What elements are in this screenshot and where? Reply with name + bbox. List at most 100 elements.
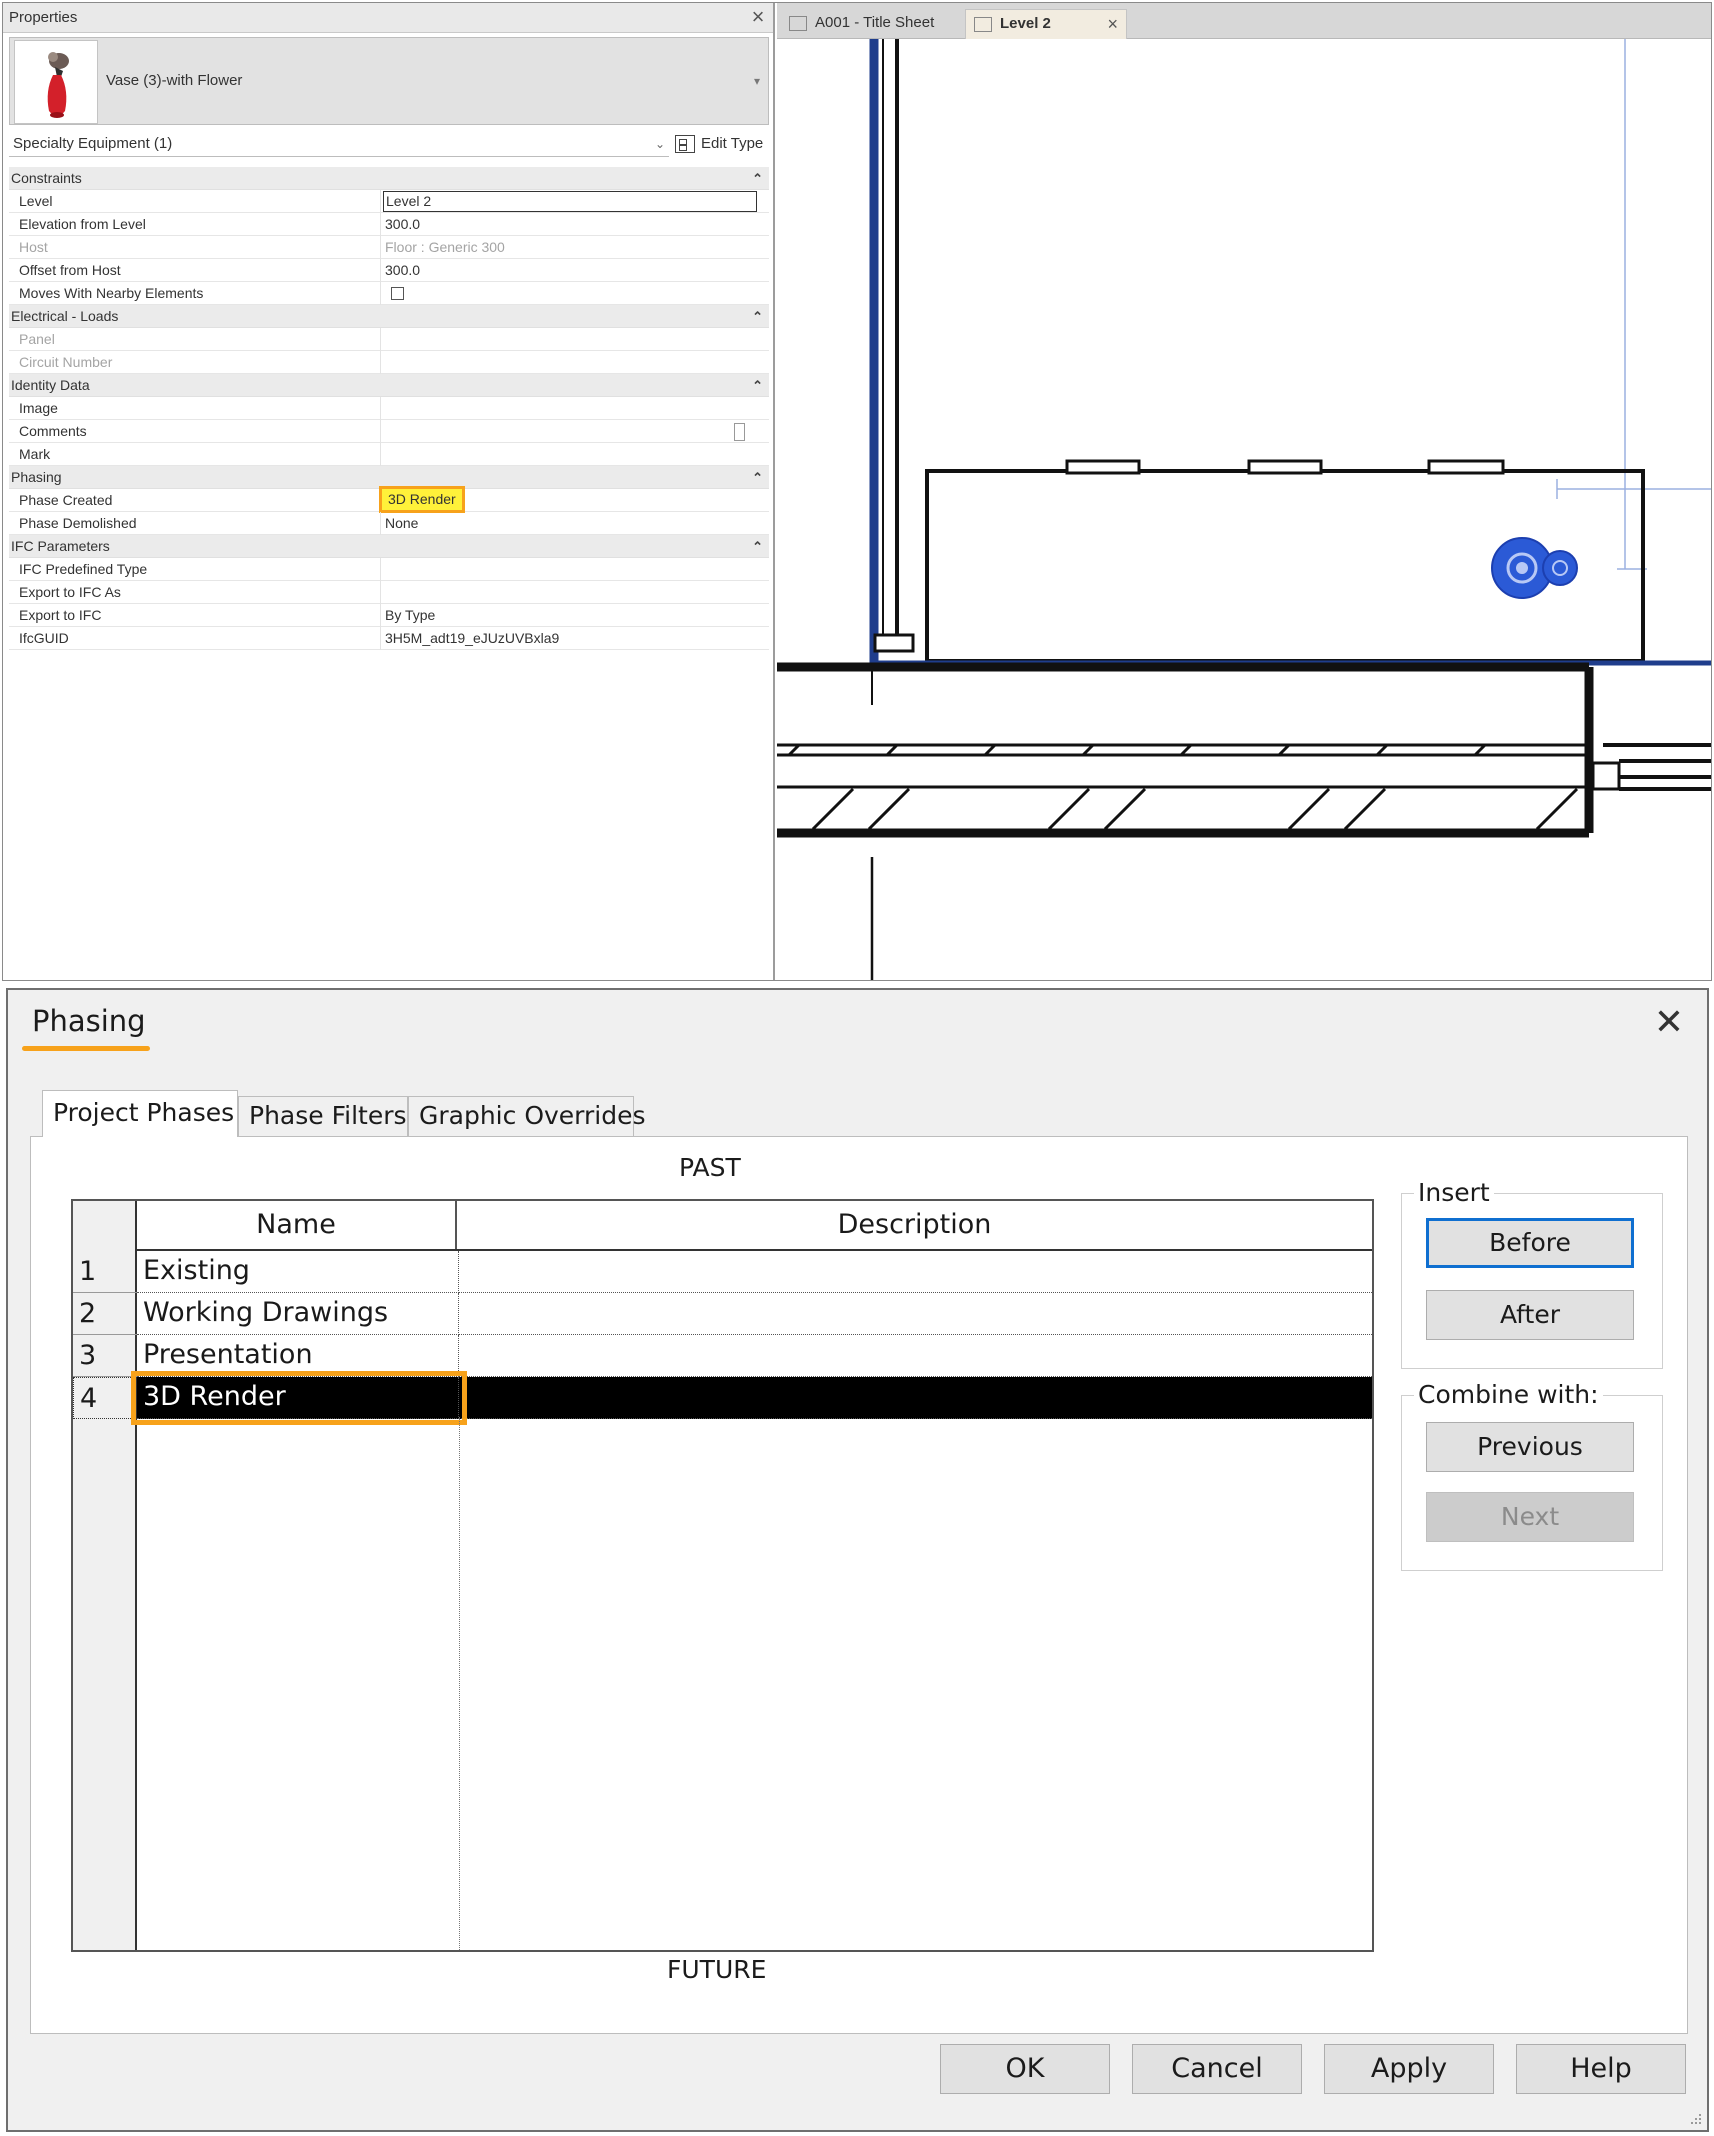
prop-value[interactable]: 3H5M_adt19_eJUzUVBxla9: [383, 627, 757, 650]
prop-row-ifc-predefined[interactable]: IFC Predefined Type: [9, 558, 769, 581]
ok-label: OK: [1005, 2053, 1045, 2084]
help-button[interactable]: Help: [1516, 2044, 1686, 2094]
column-header-name: Name: [137, 1201, 457, 1249]
category-electrical[interactable]: Electrical - Loads ⌃: [9, 305, 769, 328]
tab-phase-filters[interactable]: Phase Filters: [238, 1096, 408, 1136]
prop-row-host: Host Floor : Generic 300: [9, 236, 769, 259]
combine-previous-button[interactable]: Previous: [1426, 1422, 1634, 1472]
apply-label: Apply: [1370, 2053, 1448, 2084]
prop-name: Circuit Number: [19, 351, 381, 374]
category-identity[interactable]: Identity Data ⌃: [9, 374, 769, 397]
tab-label: A001 - Title Sheet: [815, 14, 935, 31]
prop-value[interactable]: [383, 420, 757, 443]
prop-row-mark[interactable]: Mark: [9, 443, 769, 466]
help-label: Help: [1570, 2053, 1632, 2084]
properties-palette: Properties × Vase (3)-with Flower ▾ Spec…: [3, 3, 775, 980]
instance-filter-dropdown[interactable]: Specialty Equipment (1) ⌄: [9, 131, 669, 157]
close-icon[interactable]: ✕: [1649, 1004, 1689, 1044]
phase-name-cell[interactable]: Working Drawings: [137, 1293, 459, 1335]
prop-value[interactable]: [383, 558, 757, 581]
project-phases-panel: PAST Name Description 1 Existing 2 Worki…: [30, 1136, 1688, 2034]
tab-graphic-overrides[interactable]: Graphic Overrides: [408, 1096, 646, 1136]
phase-description-cell[interactable]: [459, 1293, 1372, 1335]
phase-created-value[interactable]: 3D Render: [379, 486, 465, 513]
category-label: Constraints: [11, 170, 82, 186]
table-row[interactable]: 2 Working Drawings: [73, 1293, 1372, 1335]
prop-row-ifcguid[interactable]: IfcGUID 3H5M_adt19_eJUzUVBxla9: [9, 627, 769, 650]
chevron-down-icon[interactable]: ▾: [754, 38, 760, 124]
phase-name-cell[interactable]: 3D Render: [137, 1377, 459, 1419]
prop-name: Level: [19, 190, 381, 213]
close-icon[interactable]: ×: [1107, 10, 1118, 38]
type-selector[interactable]: Vase (3)-with Flower ▾: [9, 37, 769, 125]
tab-project-phases[interactable]: Project Phases: [42, 1090, 238, 1137]
phasing-dialog: Phasing ✕ Project Phases Phase Filters G…: [6, 988, 1709, 2132]
category-constraints[interactable]: Constraints ⌃: [9, 167, 769, 190]
prop-value: [383, 282, 757, 305]
row-number[interactable]: 2: [73, 1293, 137, 1335]
row-number[interactable]: 1: [73, 1251, 137, 1293]
tab-title-sheet[interactable]: A001 - Title Sheet: [781, 9, 963, 39]
collapse-icon[interactable]: ⌃: [752, 167, 763, 190]
prop-row-elevation[interactable]: Elevation from Level 300.0: [9, 213, 769, 236]
view-tabs: A001 - Title Sheet Level 2 ×: [777, 3, 1711, 39]
browse-button[interactable]: [734, 423, 745, 441]
edit-type-button[interactable]: Edit Type: [675, 131, 763, 157]
prop-row-image[interactable]: Image: [9, 397, 769, 420]
table-row[interactable]: 1 Existing: [73, 1251, 1372, 1293]
properties-header: Properties ×: [3, 3, 773, 33]
cancel-button[interactable]: Cancel: [1132, 2044, 1302, 2094]
row-number[interactable]: 3: [73, 1335, 137, 1377]
table-row[interactable]: 3 Presentation: [73, 1335, 1372, 1377]
insert-before-button[interactable]: Before: [1426, 1218, 1634, 1268]
prop-row-moves[interactable]: Moves With Nearby Elements: [9, 282, 769, 305]
prop-row-phase-demolished[interactable]: Phase Demolished None: [9, 512, 769, 535]
ok-button[interactable]: OK: [940, 2044, 1110, 2094]
past-label: PAST: [679, 1153, 741, 1182]
table-row-selected[interactable]: 4 3D Render: [73, 1371, 1372, 1425]
prop-row-level[interactable]: Level Level 2: [9, 190, 769, 213]
moves-checkbox[interactable]: [391, 287, 404, 300]
apply-button[interactable]: Apply: [1324, 2044, 1494, 2094]
prop-value: Floor : Generic 300: [385, 239, 505, 255]
prop-name: Panel: [19, 328, 381, 351]
collapse-icon[interactable]: ⌃: [752, 374, 763, 397]
combine-next-button[interactable]: Next: [1426, 1492, 1634, 1542]
drawing-view: A001 - Title Sheet Level 2 ×: [777, 3, 1711, 980]
tab-level-2[interactable]: Level 2 ×: [965, 9, 1127, 39]
prop-value[interactable]: By Type: [383, 604, 757, 627]
prop-value[interactable]: [383, 581, 757, 604]
resize-grip-icon[interactable]: [1687, 2110, 1703, 2126]
phase-description-cell[interactable]: [459, 1335, 1372, 1377]
collapse-icon[interactable]: ⌃: [752, 466, 763, 489]
phase-name-cell[interactable]: Presentation: [137, 1335, 459, 1377]
row-number[interactable]: 4: [73, 1377, 137, 1419]
prop-value[interactable]: None: [383, 512, 757, 535]
close-icon[interactable]: ×: [747, 3, 769, 33]
prop-row-phase-created[interactable]: Phase Created 3D Render: [9, 486, 769, 513]
phase-description-cell[interactable]: [459, 1251, 1372, 1293]
collapse-icon[interactable]: ⌃: [752, 535, 763, 558]
prop-value[interactable]: [383, 443, 757, 466]
table-header: Name Description: [137, 1201, 1372, 1251]
prop-row-comments[interactable]: Comments: [9, 420, 769, 443]
floor-plan-canvas[interactable]: [777, 39, 1711, 980]
prop-value[interactable]: [383, 397, 757, 420]
properties-title: Properties: [9, 9, 78, 26]
prop-row-export-ifc-as[interactable]: Export to IFC As: [9, 581, 769, 604]
prop-row-export-ifc[interactable]: Export to IFC By Type: [9, 604, 769, 627]
category-ifc[interactable]: IFC Parameters ⌃: [9, 535, 769, 558]
insert-after-button[interactable]: After: [1426, 1290, 1634, 1340]
prop-name: IFC Predefined Type: [19, 558, 381, 581]
category-label: IFC Parameters: [11, 538, 110, 554]
prop-row-offset[interactable]: Offset from Host 300.0: [9, 259, 769, 282]
prop-value[interactable]: 3D Render: [379, 486, 757, 513]
collapse-icon[interactable]: ⌃: [752, 305, 763, 328]
level-field[interactable]: Level 2: [383, 191, 757, 212]
category-label: Phasing: [11, 469, 62, 485]
prop-value[interactable]: 300.0: [383, 213, 757, 236]
phase-description-cell[interactable]: [459, 1377, 1372, 1419]
prop-value: [383, 351, 757, 374]
phase-name-cell[interactable]: Existing: [137, 1251, 459, 1293]
prop-value[interactable]: 300.0: [383, 259, 757, 282]
